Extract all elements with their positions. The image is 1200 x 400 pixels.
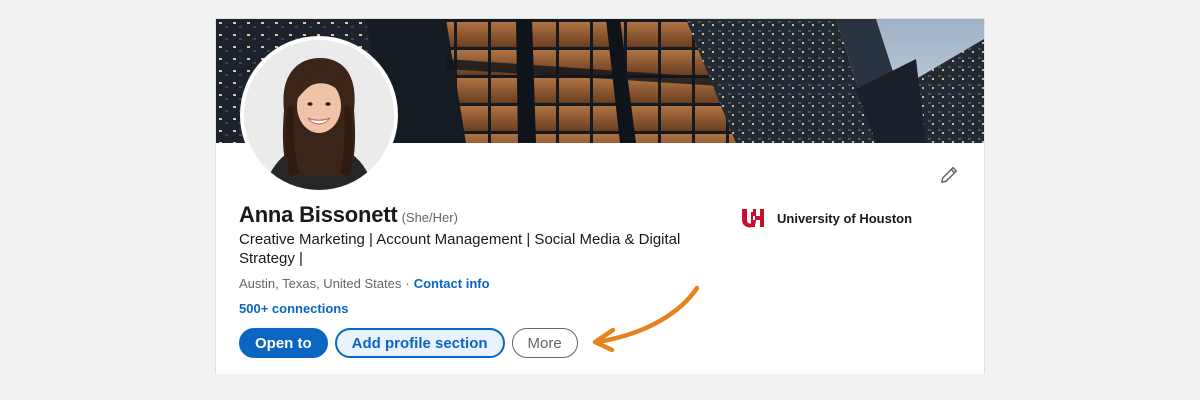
- profile-headline: Creative Marketing | Account Management …: [239, 231, 681, 267]
- name-row: Anna Bissonett (She/Her): [239, 202, 458, 228]
- university-of-houston-logo: [738, 204, 768, 232]
- contact-info-link[interactable]: Contact info: [414, 276, 490, 291]
- profile-actions: Open to Add profile section More: [239, 328, 578, 358]
- open-to-button[interactable]: Open to: [239, 328, 328, 358]
- profile-photo-image: [244, 40, 394, 190]
- location-row: Austin, Texas, United States · Contact inf…: [239, 276, 490, 291]
- annotation-arrow-icon: [592, 285, 700, 353]
- school-name: University of Houston: [777, 210, 913, 226]
- pronouns: (She/Her): [401, 210, 458, 225]
- connections-link[interactable]: 500+ connections: [239, 301, 348, 316]
- pencil-icon: [941, 166, 958, 183]
- connections-row: 500+ connections: [239, 301, 348, 316]
- profile-photo[interactable]: [240, 36, 398, 194]
- location: Austin, Texas, United States: [239, 276, 402, 291]
- profile-name: Anna Bissonett: [239, 202, 398, 227]
- add-profile-section-button[interactable]: Add profile section: [334, 328, 505, 358]
- education-item[interactable]: University of Houston: [738, 204, 912, 232]
- school-logo-icon: [742, 209, 764, 228]
- more-button[interactable]: More: [511, 328, 578, 358]
- edit-intro-button[interactable]: [933, 159, 965, 191]
- separator: ·: [405, 276, 410, 291]
